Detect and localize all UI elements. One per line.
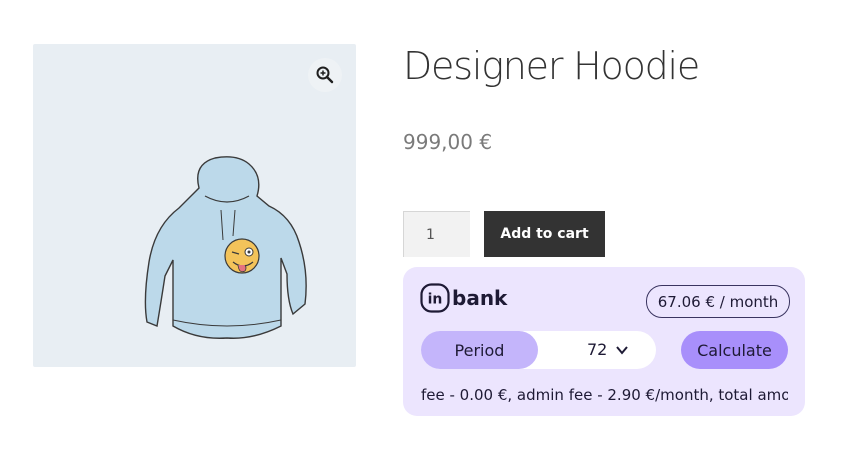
calculate-button[interactable]: Calculate [681, 331, 788, 369]
inbank-logo-mark: in [420, 283, 450, 313]
period-label: Period [421, 331, 538, 369]
svg-text:in: in [428, 292, 443, 308]
magnifier-plus-icon [316, 66, 334, 84]
product-gallery [33, 44, 356, 367]
chevron-down-icon[interactable] [615, 344, 629, 356]
quantity-input[interactable] [403, 211, 470, 257]
inbank-logo: in bank [420, 283, 507, 313]
monthly-payment-badge: 67.06 € / month [646, 285, 790, 318]
fee-ticker: fee - 0.00 €, admin fee - 2.90 €/month, … [421, 383, 788, 407]
product-title: Designer Hoodie [403, 44, 700, 88]
fee-text: fee - 0.00 €, admin fee - 2.90 €/month, … [421, 386, 788, 404]
add-to-cart-button[interactable]: Add to cart [484, 211, 605, 257]
zoom-button[interactable] [308, 58, 342, 92]
period-selector[interactable]: Period 72 [421, 331, 656, 369]
inbank-calculator: in bank 67.06 € / month Period 72 Calcul… [403, 267, 805, 416]
product-price: 999,00 € [403, 130, 493, 154]
inbank-logo-word: bank [452, 286, 508, 310]
period-value[interactable]: 72 [587, 331, 607, 369]
hoodie-image [144, 156, 307, 339]
